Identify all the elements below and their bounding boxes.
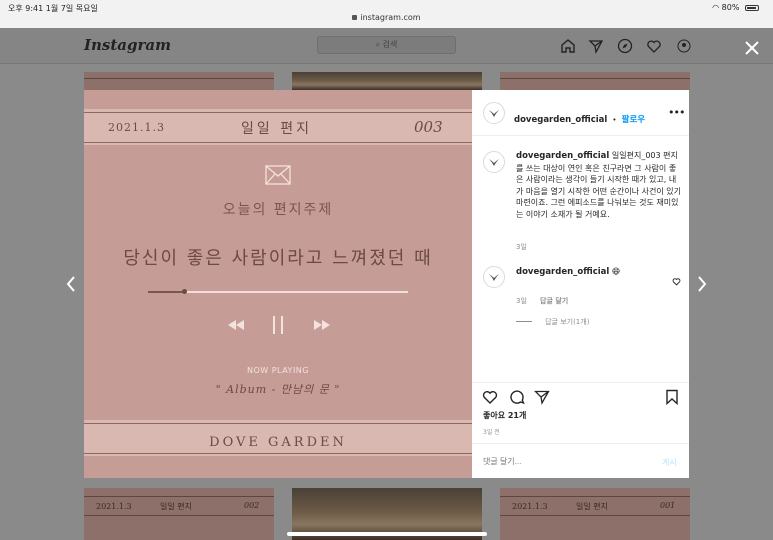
- wifi-icon: ◠: [712, 3, 720, 12]
- lock-icon: [352, 15, 358, 20]
- music-progress-knob: [182, 289, 187, 294]
- activity-heart-icon[interactable]: [646, 38, 662, 54]
- comment-line: dovegarden_official 😄: [516, 267, 620, 277]
- comment-time: 3일: [516, 297, 527, 305]
- letter-title: 일일 편지: [241, 121, 312, 137]
- avatar[interactable]: [483, 102, 505, 124]
- music-progress-fill: [148, 291, 184, 293]
- avatar[interactable]: [483, 151, 505, 173]
- url-text: instagram.com: [360, 13, 421, 22]
- next-arrow-icon[interactable]: [696, 275, 708, 293]
- likes-count[interactable]: 좋아요 21개: [483, 410, 526, 421]
- album-title: " Album - 만남의 문 ": [215, 383, 341, 396]
- bg-card-number: 001: [660, 501, 676, 510]
- comment-bar: 게시: [472, 443, 689, 478]
- instagram-logo[interactable]: Instagram: [84, 36, 171, 54]
- post-caption: dovegarden_official 일일편지_003 편지를 쓰는 대상이 …: [516, 150, 682, 220]
- avatar[interactable]: [483, 266, 505, 288]
- ig-header: Instagram ⌕ 검색: [0, 28, 773, 64]
- status-right: ◠ 80%: [712, 3, 759, 12]
- dove-logo-icon: [489, 110, 499, 117]
- url-bar[interactable]: instagram.com: [0, 13, 773, 22]
- fast-forward-icon: [314, 320, 330, 330]
- bg-post-bottom-right[interactable]: 2021.1.3 일일 편지 001: [500, 488, 690, 540]
- comment-meta: 3일 답글 달기: [516, 288, 568, 307]
- letter-headline: 당신이 좋은 사람이라고 느껴졌던 때: [123, 248, 433, 269]
- like-icon[interactable]: [482, 389, 498, 405]
- view-replies-line: [516, 321, 532, 322]
- bg-card-title: 일일 편지: [576, 502, 608, 511]
- direct-icon[interactable]: [588, 38, 604, 54]
- post-time: 3일 전: [483, 429, 500, 436]
- comment-like-icon[interactable]: [672, 271, 681, 286]
- caption-time: 3일: [516, 243, 527, 251]
- letter-number: 003: [414, 118, 443, 136]
- bg-card-title: 일일 편지: [160, 502, 192, 511]
- action-bar-divider: [472, 382, 689, 383]
- search-input[interactable]: ⌕ 검색: [317, 36, 456, 54]
- profile-avatar-icon[interactable]: [676, 38, 692, 54]
- home-indicator[interactable]: [287, 532, 487, 536]
- save-bookmark-icon[interactable]: [664, 389, 680, 406]
- letter-subject: 오늘의 편지주제: [222, 202, 334, 218]
- share-icon[interactable]: [533, 389, 550, 405]
- bg-post-top-right[interactable]: [500, 72, 690, 90]
- comment-icon[interactable]: [509, 389, 525, 405]
- comment-text: 😄: [611, 267, 621, 276]
- prev-arrow-icon[interactable]: [65, 275, 77, 293]
- pause-icon: [273, 316, 283, 334]
- bg-card-date: 2021.1.3: [96, 502, 132, 511]
- music-controls: [224, 316, 334, 334]
- caption-text: 일일편지_003 편지를 쓰는 대상이 연인 혹은 친구라면 그 사람이 좋은 …: [516, 151, 681, 219]
- battery-icon: [745, 5, 759, 11]
- post-side-panel: dovegarden_official • 팔로우 ••• dovegarden…: [472, 90, 689, 478]
- status-bar: 오후 9:41 1월 7일 목요일 instagram.com ◠ 80%: [0, 0, 773, 28]
- home-icon[interactable]: [560, 38, 576, 54]
- rewind-icon: [228, 320, 244, 330]
- comment-username[interactable]: dovegarden_official: [516, 267, 609, 277]
- dove-logo-icon: [489, 274, 499, 281]
- follow-separator: •: [612, 116, 617, 124]
- bg-post-top-center[interactable]: [292, 72, 482, 90]
- explore-icon[interactable]: [617, 38, 633, 54]
- music-progress-bar: [148, 289, 408, 294]
- post-comment-button[interactable]: 게시: [662, 457, 677, 468]
- letter-date: 2021.1.3: [108, 121, 165, 134]
- bg-card-number: 002: [244, 501, 260, 510]
- now-playing-label: NOW PLAYING: [247, 366, 309, 375]
- envelope-icon: [265, 165, 291, 185]
- reply-button[interactable]: 답글 달기: [540, 297, 568, 305]
- close-icon[interactable]: [742, 38, 762, 58]
- post-username[interactable]: dovegarden_official: [514, 115, 607, 125]
- battery-percent: 80%: [721, 3, 740, 12]
- view-replies-label: 답글 보기(1개): [545, 318, 590, 326]
- brand-name: DOVE GARDEN: [209, 435, 347, 450]
- post-image[interactable]: 2021.1.3 일일 편지 003 오늘의 편지주제 당신이 좋은 사람이라고…: [84, 90, 472, 478]
- post-header-line: dovegarden_official • 팔로우: [514, 107, 645, 126]
- bg-post-top-left[interactable]: [84, 72, 274, 90]
- search-placeholder: 검색: [382, 40, 398, 49]
- follow-button[interactable]: 팔로우: [622, 115, 645, 125]
- caption-username[interactable]: dovegarden_official: [516, 151, 609, 161]
- more-options-icon[interactable]: •••: [668, 106, 685, 119]
- bg-post-bottom-left[interactable]: 2021.1.3 일일 편지 002: [84, 488, 274, 540]
- comment-input[interactable]: [483, 457, 633, 466]
- view-replies[interactable]: 답글 보기(1개): [516, 309, 589, 328]
- bg-card-date: 2021.1.3: [512, 502, 548, 511]
- dove-logo-icon: [489, 159, 499, 166]
- post-header: dovegarden_official • 팔로우 •••: [472, 90, 689, 136]
